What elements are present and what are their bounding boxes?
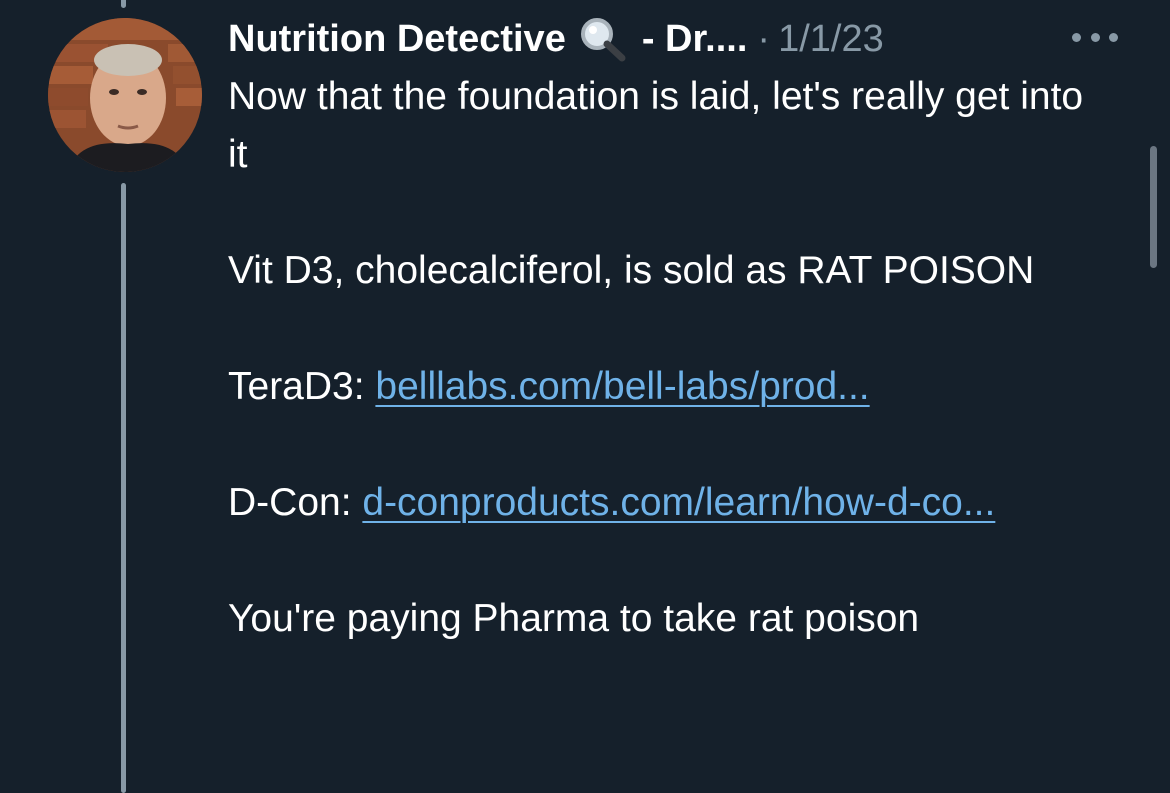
thread-connector (121, 183, 126, 793)
post-paragraph-intro: Now that the foundation is laid, let's r… (228, 75, 1084, 176)
dcon-label: D-Con: (228, 481, 363, 524)
more-dot (1072, 32, 1081, 42)
terad3-link[interactable]: belllabs.com/bell-labs/prod... (375, 365, 869, 408)
more-dot (1109, 32, 1118, 42)
post-header: Nutrition Detective - Dr.... · 1/1/23 (228, 14, 884, 64)
post-text: Now that the foundation is laid, let's r… (228, 68, 1108, 648)
scrollbar-thumb[interactable] (1150, 146, 1157, 268)
post-paragraph-dcon: D-Con: d-conproducts.com/learn/how-d-co.… (228, 474, 1108, 532)
post-paragraph-closing: You're paying Pharma to take rat poison (228, 597, 920, 640)
thread-connector-top (121, 0, 126, 8)
more-options-icon[interactable] (1072, 30, 1118, 44)
terad3-label: TeraD3: (228, 365, 376, 408)
post-timestamp[interactable]: 1/1/23 (778, 14, 884, 64)
more-dot (1090, 32, 1100, 42)
author-name-truncated[interactable]: - Dr.... (642, 14, 748, 64)
post-paragraph-terad3: TeraD3: belllabs.com/bell-labs/prod... (228, 358, 1108, 416)
post-paragraph-vitd: Vit D3, cholecalciferol, is sold as RAT … (228, 249, 1035, 292)
dcon-link[interactable]: d-conproducts.com/learn/how-d-co... (362, 481, 995, 524)
author-name[interactable]: Nutrition Detective (228, 14, 566, 64)
meta-separator: · (757, 18, 771, 60)
avatar-photo (48, 18, 202, 172)
avatar[interactable] (48, 18, 202, 172)
magnifying-glass-icon (578, 16, 628, 62)
